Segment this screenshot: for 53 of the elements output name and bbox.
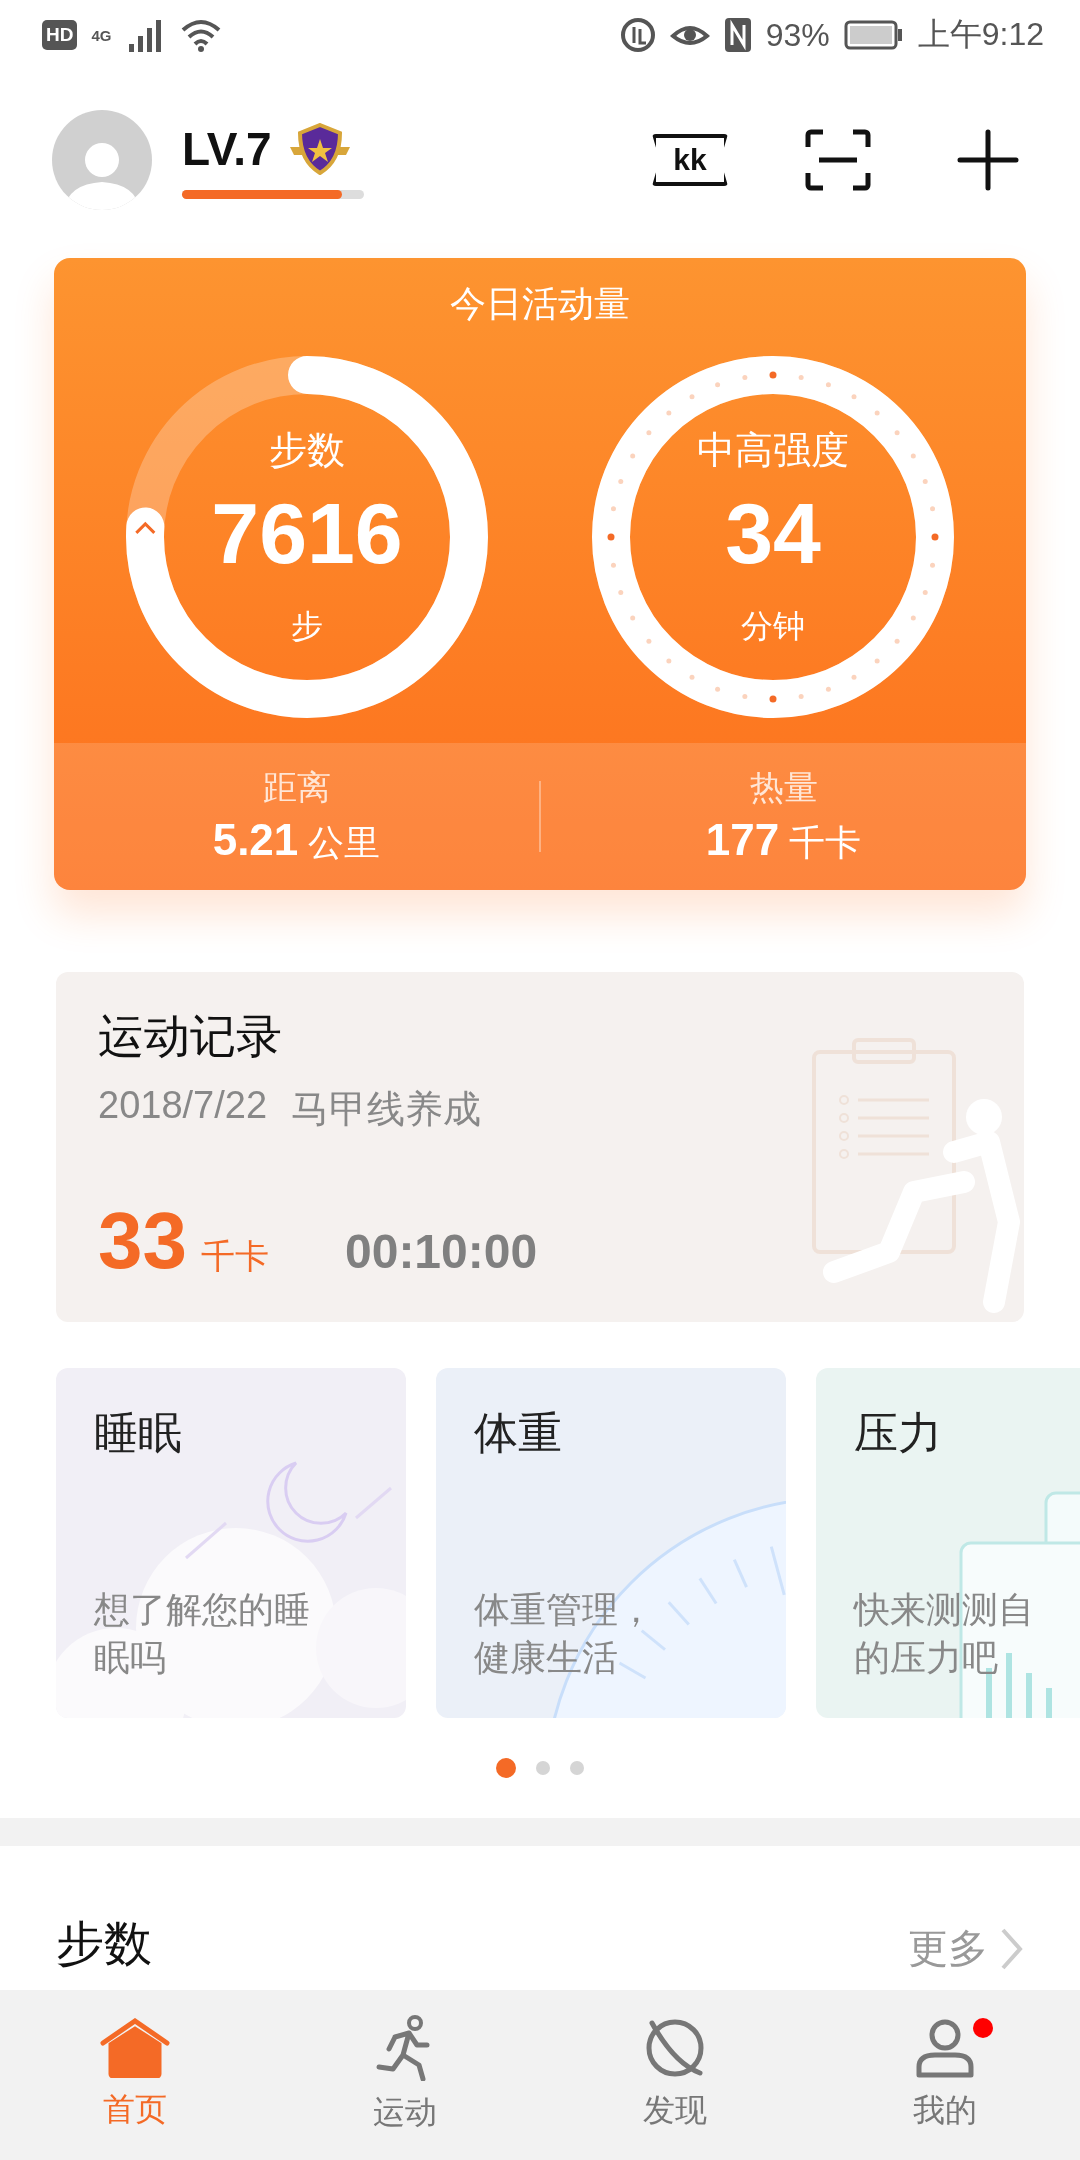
card-description: 体重管理， 健康生活	[474, 1588, 655, 1680]
card-description: 想了解您的睡 眠吗	[94, 1588, 311, 1680]
card-description: 快来测测自 的压力吧	[854, 1588, 1035, 1680]
nav-tab[interactable]: 发现	[540, 1990, 810, 2160]
page-dot[interactable]	[536, 1761, 550, 1775]
health-card[interactable]: 压力 快来测测自 的压力吧	[816, 1368, 1080, 1718]
more-link[interactable]: 更多	[908, 1921, 1024, 1976]
person-icon	[915, 2017, 975, 2079]
nfc-icon	[723, 17, 752, 53]
health-card[interactable]: 体重 体重管理， 健康生活	[436, 1368, 786, 1718]
card-title: 今日活动量	[449, 282, 631, 326]
ticket-button[interactable]: kk	[652, 134, 728, 186]
stat-unit: 公里	[308, 821, 381, 865]
stat-label: 距离	[262, 767, 331, 808]
nav-tab[interactable]: 首页	[0, 1990, 270, 2160]
planet-icon	[644, 2017, 706, 2079]
chevron-right-icon	[1000, 1926, 1024, 1971]
ring-unit: 分钟	[741, 607, 805, 646]
ring-value: 34	[725, 484, 821, 583]
card-title: 运动记录	[98, 1009, 283, 1064]
stat-label: 热量	[749, 767, 818, 808]
nav-tab[interactable]: 运动	[270, 1990, 540, 2160]
calories-value: 33	[98, 1195, 187, 1287]
calories-unit: 千卡	[201, 1236, 269, 1277]
ring-label: 中高强度	[697, 428, 849, 473]
ring-label: 步数	[269, 428, 345, 473]
home-icon	[100, 2018, 170, 2078]
page-dot[interactable]	[496, 1758, 516, 1778]
level-label: LV.7	[182, 121, 272, 176]
network-label: 4G	[91, 26, 112, 44]
section-title: 步数	[56, 1916, 152, 1972]
shield-badge-icon	[287, 122, 352, 175]
battery-percent: 93%	[765, 16, 830, 54]
workout-record-card[interactable]: 运动记录 2018/7/22 马甲线养成 33 千卡 00:10:00	[56, 972, 1024, 1322]
duration-value: 00:10:00	[345, 1224, 538, 1279]
card-title: 压力	[854, 1407, 943, 1459]
workout-name: 马甲线养成	[291, 1087, 482, 1132]
activity-card[interactable]: 今日活动量 步数 7616 步 中高强度 34 分钟 距离 5.21 公里 热量 177 千卡	[54, 258, 1026, 890]
card-title: 体重	[474, 1407, 563, 1459]
health-card[interactable]: 睡眠 想了解您的睡 眠吗	[56, 1368, 406, 1718]
nav-tab[interactable]: 我的	[810, 1990, 1080, 2160]
stat-value: 5.21	[212, 815, 299, 865]
data-saver-icon	[619, 17, 656, 53]
page-dot[interactable]	[570, 1761, 584, 1775]
record-date: 2018/7/22	[98, 1084, 268, 1128]
ring-value: 7616	[211, 484, 403, 583]
card-title: 睡眠	[94, 1407, 183, 1459]
stat-value: 177	[705, 815, 780, 865]
clock: 上午9:12	[917, 15, 1044, 54]
stat-unit: 千卡	[789, 821, 862, 865]
hd-badge: HD	[42, 20, 78, 50]
ring-unit: 步	[291, 607, 323, 646]
battery-icon	[843, 20, 904, 50]
